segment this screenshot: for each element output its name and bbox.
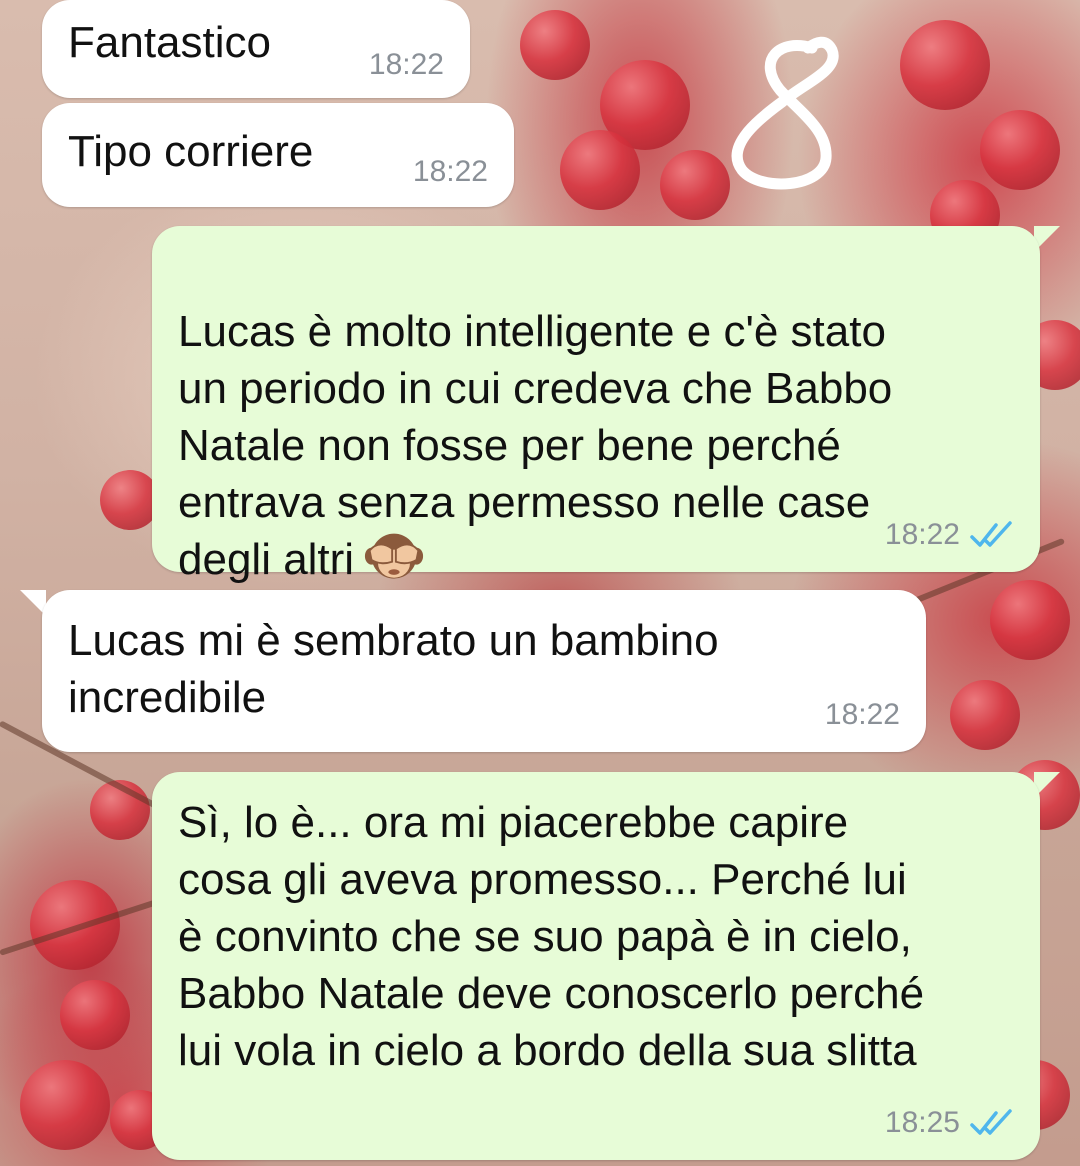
wallpaper-berry: [950, 680, 1020, 750]
outgoing-message[interactable]: Lucas è molto intelligente e c'è stato u…: [152, 226, 1040, 584]
double-check-icon: [970, 521, 1012, 547]
see-no-evil-monkey-icon: [365, 534, 424, 579]
wallpaper-berry: [100, 470, 160, 530]
wallpaper-berry: [520, 10, 590, 80]
incoming-message[interactable]: Lucas mi è sembrato un bambino incredibi…: [42, 590, 926, 752]
message-time: 18:22: [368, 48, 444, 81]
message-body: Lucas è molto intelligente e c'è stato u…: [178, 307, 893, 584]
message-meta: 18:22: [369, 48, 444, 82]
message-time: 18:22: [824, 698, 900, 731]
wallpaper-berry: [20, 1060, 110, 1150]
message-meta: 18:22: [413, 155, 488, 189]
wallpaper-berry: [980, 110, 1060, 190]
outgoing-message[interactable]: Sì, lo è... ora mi piacerebbe capire cos…: [152, 772, 1040, 1160]
message-time: 18:22: [884, 518, 960, 551]
wallpaper-berry: [560, 130, 640, 210]
message-time: 18:25: [884, 1106, 960, 1139]
incoming-message[interactable]: Fantastico 18:22: [42, 0, 470, 98]
message-meta: 18:22: [885, 518, 1016, 552]
message-meta: 18:25: [885, 1106, 1016, 1140]
wallpaper-berry: [990, 580, 1070, 660]
message-text: Sì, lo è... ora mi piacerebbe capire cos…: [178, 798, 925, 1075]
wallpaper-berry: [60, 980, 130, 1050]
wallpaper-berry: [900, 20, 990, 110]
incoming-message[interactable]: Tipo corriere 18:22: [42, 103, 514, 207]
message-text: Lucas mi è sembrato un bambino incredibi…: [68, 616, 719, 722]
message-text: Fantastico: [68, 18, 271, 67]
figure-eight-doodle: [731, 36, 839, 190]
message-text: Tipo corriere: [68, 127, 314, 176]
message-time: 18:22: [412, 155, 488, 188]
double-check-icon: [970, 1109, 1012, 1135]
message-meta: 18:22: [825, 698, 900, 732]
